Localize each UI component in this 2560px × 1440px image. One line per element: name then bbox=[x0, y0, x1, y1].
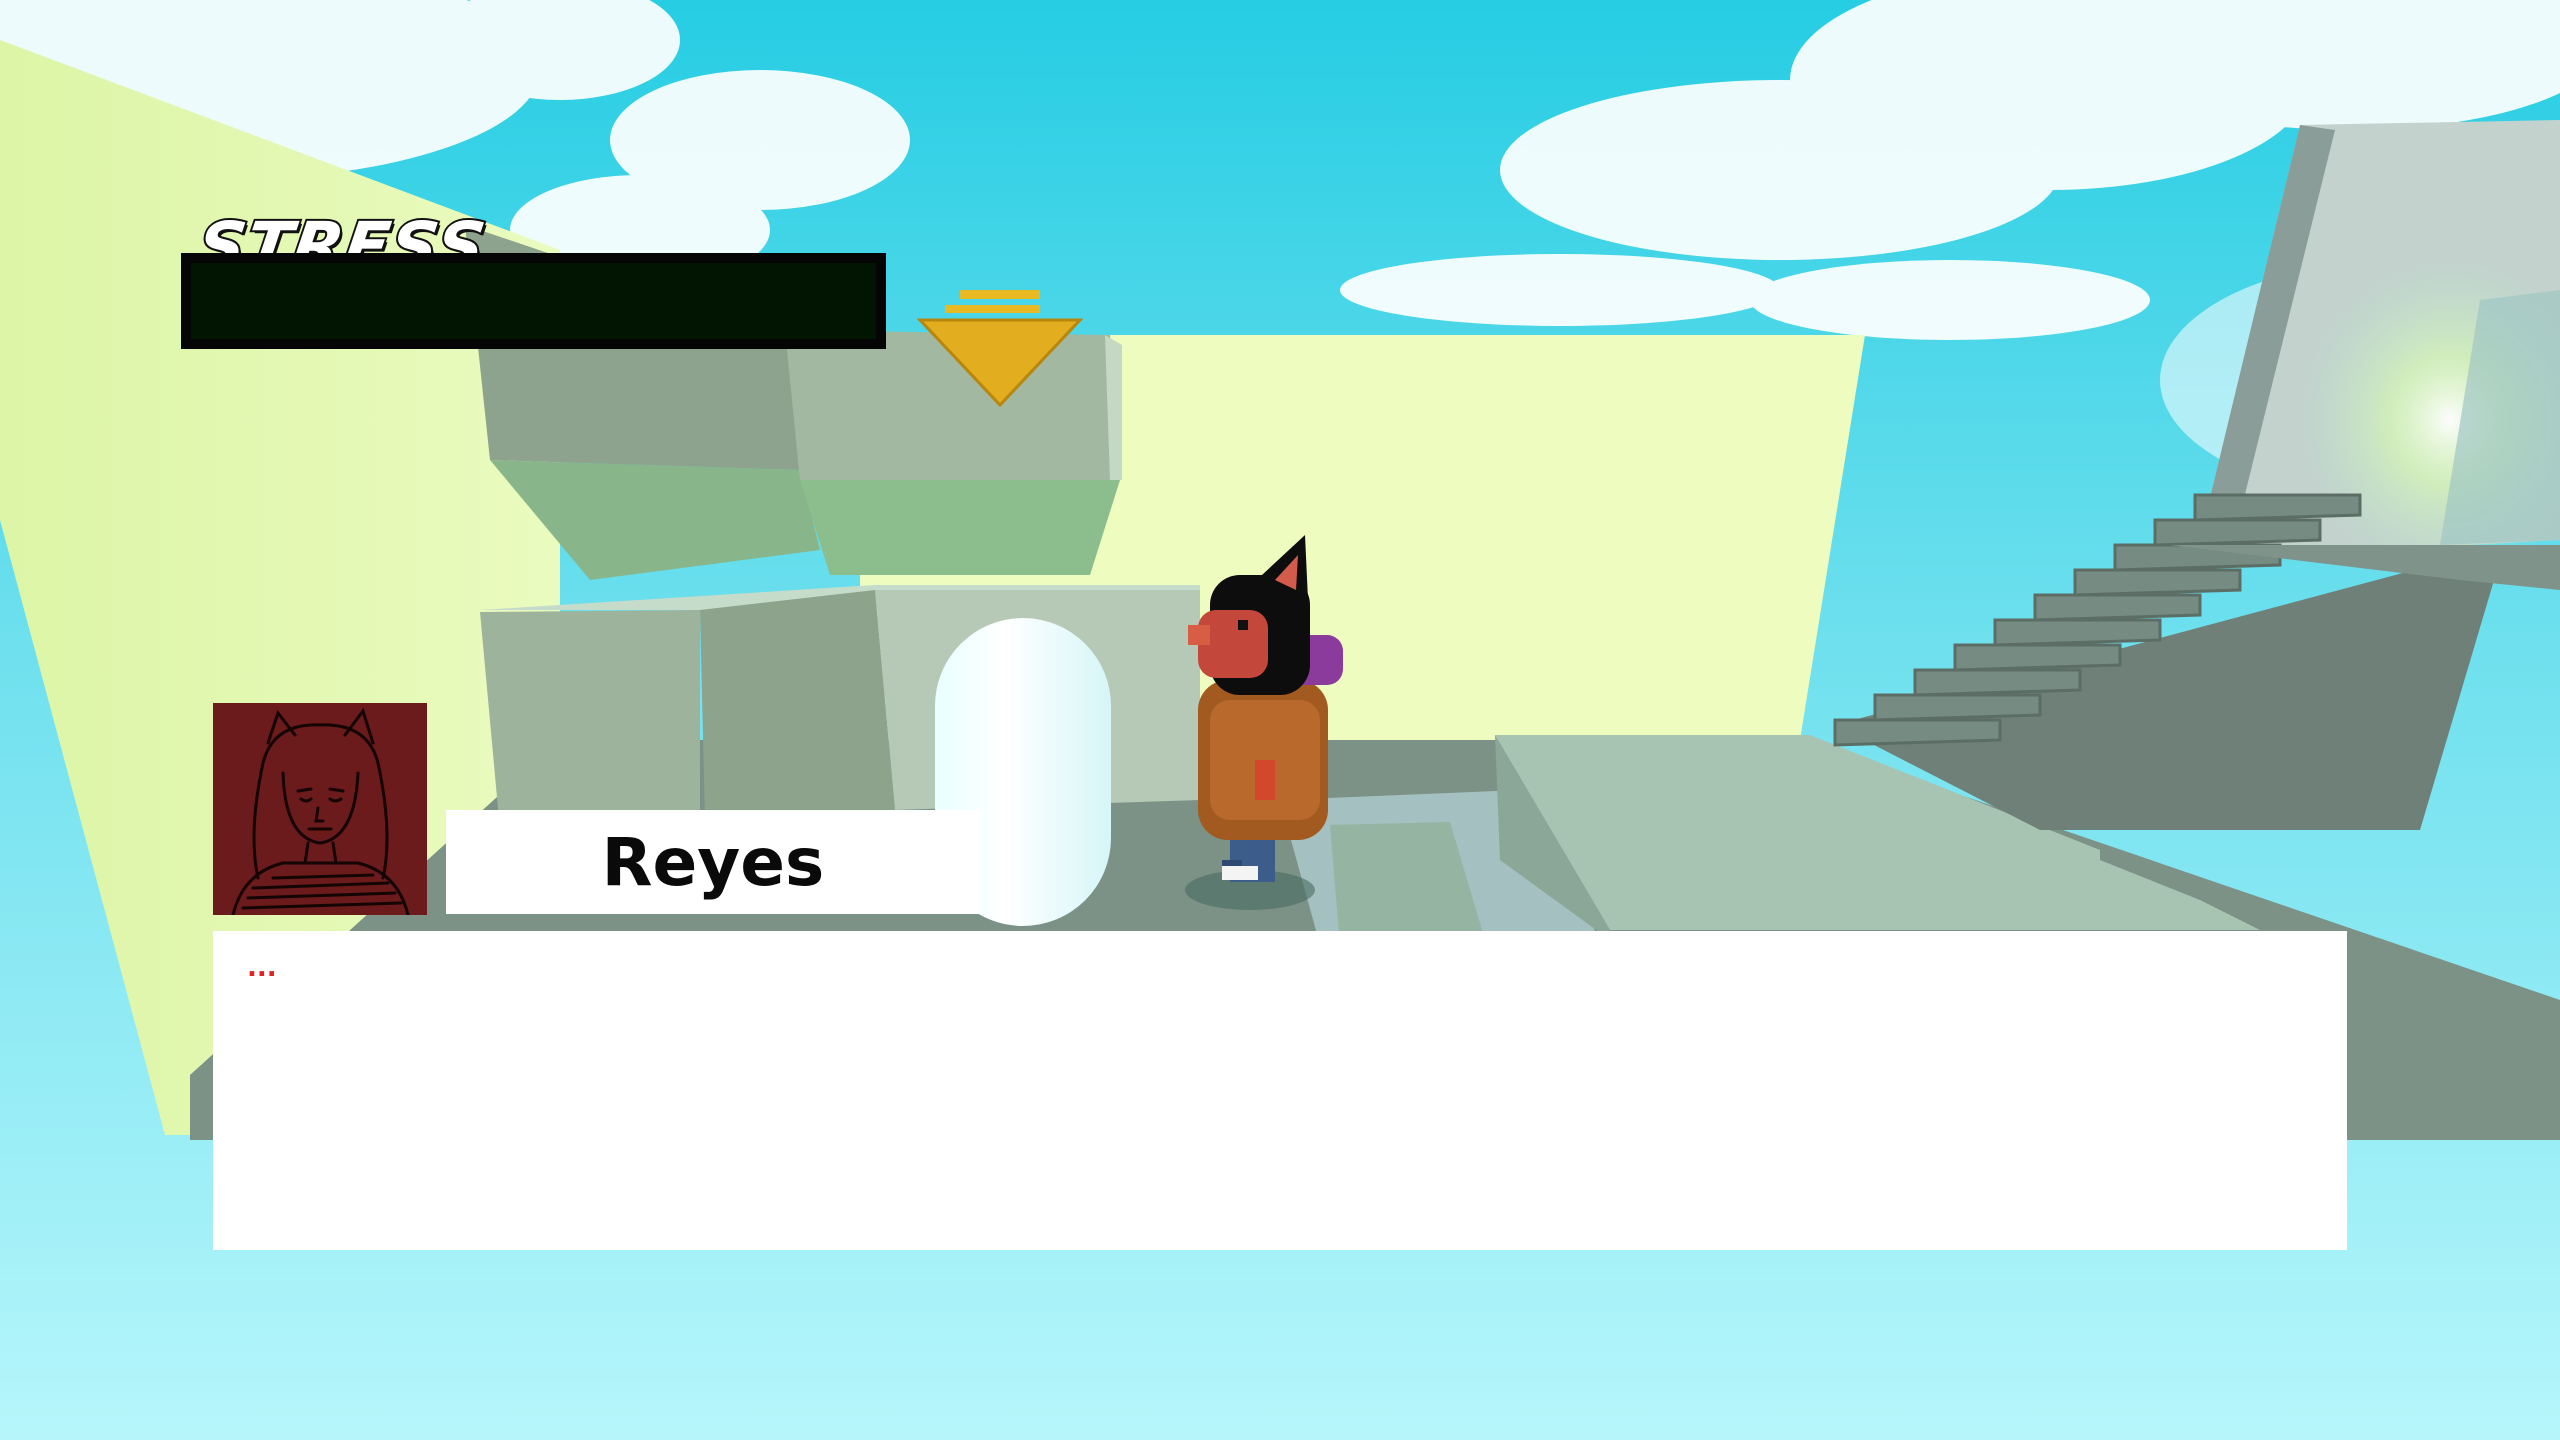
speaker-name-plate: Reyes bbox=[446, 810, 980, 914]
dialogue-text: ... bbox=[247, 953, 277, 983]
upper-block-right-bottom bbox=[800, 480, 1120, 575]
dialogue-box[interactable]: ... bbox=[213, 931, 2347, 1250]
middle-block-front-left bbox=[480, 610, 700, 830]
portrait-sketch bbox=[231, 707, 410, 915]
speaker-portrait bbox=[213, 703, 427, 915]
stress-meter bbox=[181, 253, 886, 349]
middle-block-front-right bbox=[700, 590, 895, 820]
speaker-name: Reyes bbox=[601, 823, 825, 901]
